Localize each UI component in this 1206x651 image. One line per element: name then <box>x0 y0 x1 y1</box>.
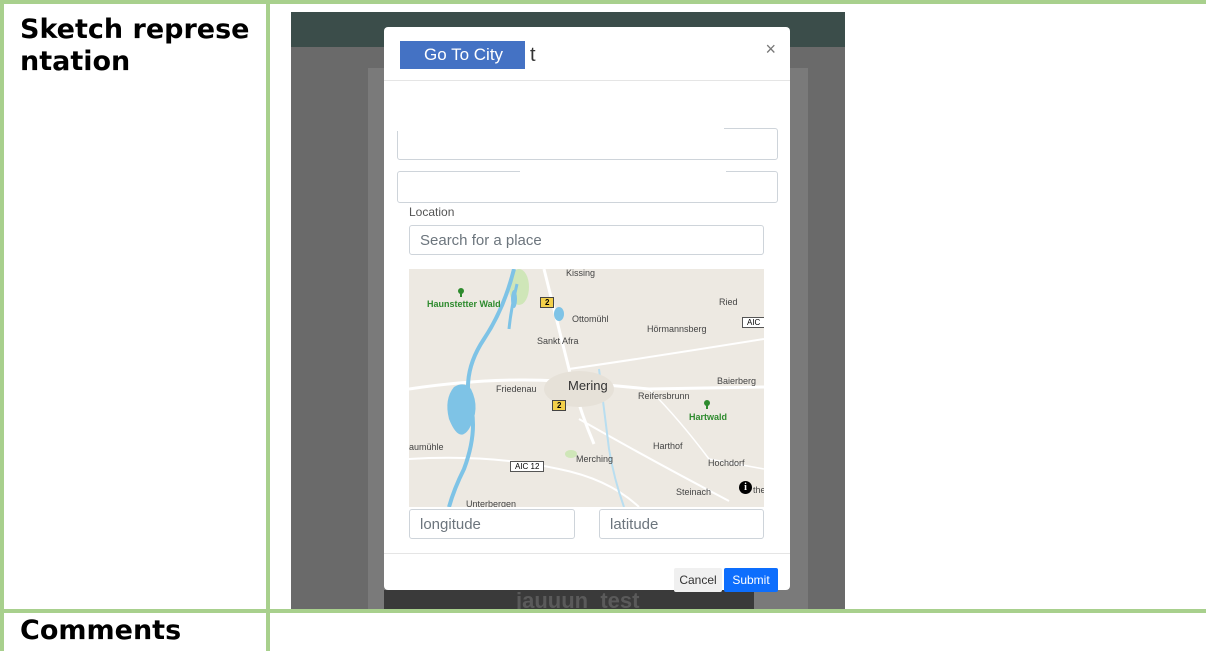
location-label: Location <box>409 205 455 219</box>
name-field[interactable] <box>397 128 778 160</box>
location-modal: t × Go To City Location Search for a pla… <box>384 27 790 592</box>
map-label-harthof: Harthof <box>653 441 683 451</box>
map-label-merching: Merching <box>576 454 614 464</box>
map-label-sankt-afra: Sankt Afra <box>537 336 579 346</box>
table-border-middle <box>0 609 1206 613</box>
road-badge-aic12: AIC 12 <box>510 461 545 472</box>
submit-button[interactable]: Submit <box>724 568 778 592</box>
latitude-input[interactable]: latitude <box>599 509 764 539</box>
tree-trunk <box>706 405 708 409</box>
table-border-divider <box>266 0 270 651</box>
map-label-reifersbrunn: Reifersbrunn <box>638 391 690 401</box>
map-label-hartwald: Hartwald <box>689 412 728 422</box>
road-badge-aic: AIC <box>742 317 764 328</box>
modal-title: t <box>530 44 536 66</box>
location-map[interactable]: Kissing Haunstetter Wald 2 Ottomühl Ried… <box>409 269 764 507</box>
road <box>542 269 596 445</box>
map-label-steinach: Steinach <box>676 487 712 497</box>
cancel-button[interactable]: Cancel <box>674 568 722 592</box>
table-border-top <box>0 0 1206 4</box>
lake <box>511 290 517 308</box>
close-icon[interactable]: × <box>765 39 776 60</box>
road-badge-2: 2 <box>540 297 555 308</box>
go-to-city-button[interactable]: Go To City <box>400 41 525 69</box>
road-badge-2: 2 <box>552 400 567 411</box>
map-label-aumuhle: aumühle <box>409 442 444 452</box>
row-label-comments: Comments <box>20 615 182 646</box>
lake <box>554 307 564 321</box>
app-screenshot: jauuun_test t × Go To City Location Sear… <box>291 12 845 609</box>
map-label-friedenau: Friedenau <box>496 384 537 394</box>
longitude-input[interactable]: longitude <box>409 509 575 539</box>
map-label-haunstetter-wald: Haunstetter Wald <box>427 299 501 309</box>
table-border-left <box>0 0 4 651</box>
map-label-mering: Mering <box>568 378 608 393</box>
field-overlay <box>520 167 726 199</box>
map-attribution[interactable]: the <box>753 485 764 495</box>
place-search-input[interactable]: Search for a place <box>409 225 764 255</box>
field-overlay <box>384 122 724 131</box>
map-label-unterbergen: Unterbergen <box>466 499 517 507</box>
map-label-baierberg: Baierberg <box>717 376 757 386</box>
map-label-hormannsberg: Hörmannsberg <box>647 324 707 334</box>
background-banner-text: jauuun_test <box>516 588 640 609</box>
map-label-kissing: Kissing <box>566 269 596 278</box>
map-label-hochdorf: Hochdorf <box>708 458 745 468</box>
map-label-ried: Ried <box>719 297 738 307</box>
road <box>568 338 764 370</box>
map-label-ottomuhl: Ottomühl <box>572 314 609 324</box>
info-icon[interactable]: i <box>739 481 752 494</box>
row-label-sketch: Sketch representation <box>20 14 250 77</box>
tree-trunk <box>460 293 462 297</box>
